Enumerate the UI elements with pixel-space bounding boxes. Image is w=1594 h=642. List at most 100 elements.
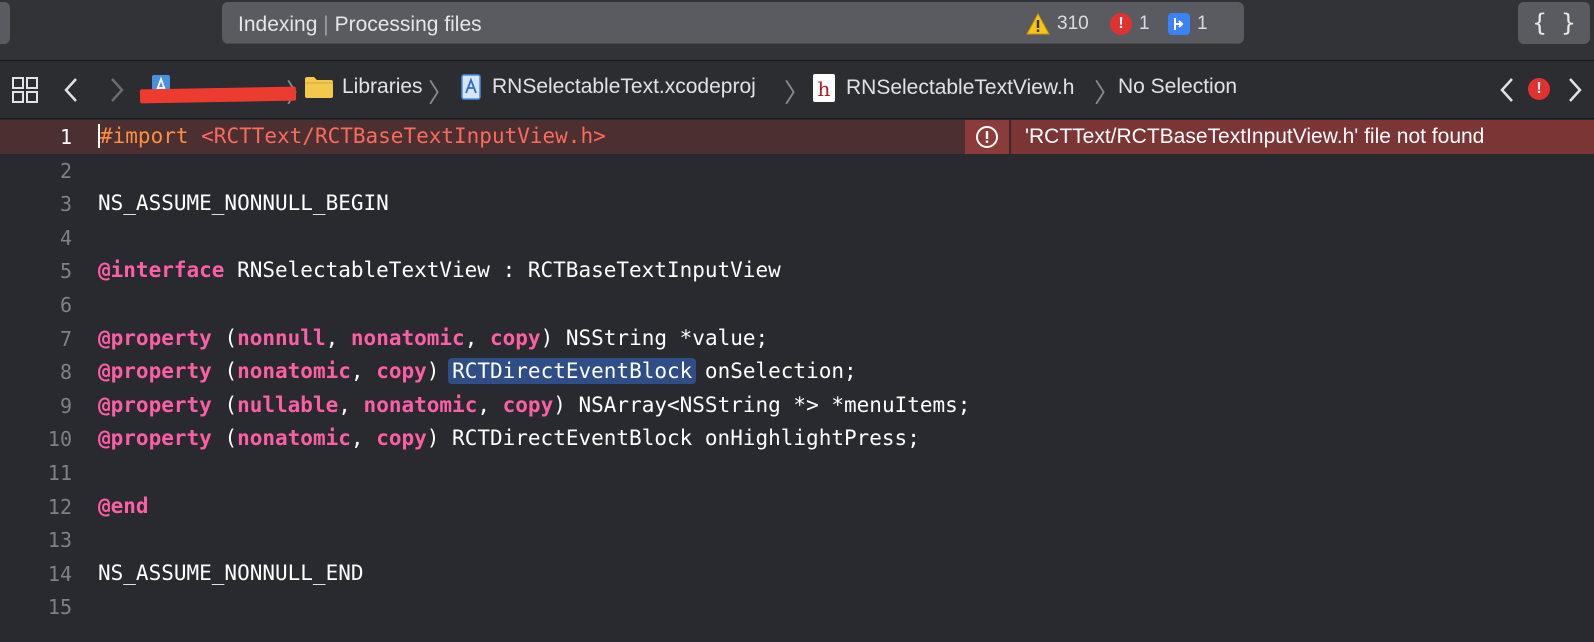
code-line[interactable]: 12 @end [0, 490, 1594, 524]
line-number: 10 [47, 427, 72, 452]
code-token: copy [502, 392, 554, 417]
code-token: , [350, 359, 377, 384]
code-token: copy [376, 426, 427, 451]
code-token: , [325, 325, 351, 350]
code-token: <RCTText/RCTBaseTextInputView.h> [201, 124, 606, 148]
previous-issue-chevron-icon[interactable] [1498, 77, 1516, 103]
code-line[interactable]: 2 [0, 154, 1594, 188]
code-line[interactable]: 7 @property (nonnull, nonatomic, copy) NS… [0, 322, 1594, 356]
issue-error-icon[interactable]: ! [1528, 78, 1550, 100]
code-token: ( [211, 325, 238, 350]
code-text[interactable]: @property (nonnull, nonatomic, copy) NSS… [98, 326, 768, 350]
code-token: nonatomic [350, 325, 465, 350]
error-annotation-icon-box[interactable] [965, 120, 1011, 154]
line-number: 5 [59, 259, 72, 284]
related-items-grid-icon[interactable] [12, 77, 38, 103]
back-chevron-icon[interactable] [62, 77, 80, 103]
code-token: RNSelectableTextView : RCTBaseTextInputV… [224, 258, 781, 283]
code-line[interactable]: 1 #import <RCTText/RCTBaseTextInputView.h… [0, 120, 1594, 154]
code-line[interactable]: 9 @property (nullable, nonatomic, copy) N… [0, 389, 1594, 423]
code-line[interactable]: 15 [0, 590, 1594, 624]
code-text[interactable]: @property (nonatomic, copy) RCTDirectEve… [98, 426, 920, 450]
activity-status-text: Indexing | Processing files [238, 13, 482, 37]
code-line[interactable]: 13 [0, 523, 1594, 557]
code-line[interactable]: 5 @interface RNSelectableTextView : RCTBa… [0, 254, 1594, 288]
breadcrumb-libraries-label: Libraries [342, 75, 423, 98]
breadcrumb-xcodeproj-label: RNSelectableText.xcodeproj [492, 75, 756, 98]
error-message: 'RCTText/RCTBaseTextInputView.h' file no… [1011, 120, 1594, 154]
code-line[interactable]: 3 NS_ASSUME_NONNULL_BEGIN [0, 187, 1594, 221]
code-token: #import [98, 124, 202, 148]
line-number: 6 [59, 293, 72, 317]
code-token: nullable [237, 392, 339, 417]
breadcrumb-symbol-label: No Selection [1118, 75, 1238, 98]
code-token: onSelection; [692, 359, 857, 384]
breadcrumb-symbol[interactable]: No Selection [1118, 75, 1237, 99]
forward-chevron-icon[interactable] [108, 77, 126, 103]
code-token: , [338, 392, 364, 417]
code-token: , [350, 426, 377, 451]
code-text[interactable]: NS_ASSUME_NONNULL_END [98, 561, 364, 585]
activity-app: Indexing [238, 13, 318, 36]
code-token: copy [490, 325, 541, 350]
analyzer-icon [1168, 13, 1190, 35]
code-token: , [477, 392, 503, 417]
analyzer-count: 1 [1197, 13, 1208, 34]
window-toolbar: Indexing | Processing files 310 ! 1 1 {… [0, 0, 1594, 61]
error-circle-icon: ! [1110, 13, 1132, 35]
code-token: ) NSString *value; [540, 325, 769, 350]
breadcrumb-libraries[interactable]: Libraries [304, 75, 423, 99]
code-line[interactable]: 6 [0, 288, 1594, 322]
line-number: 2 [59, 158, 72, 183]
activity-status: Processing files [334, 13, 482, 36]
code-token: @property [98, 392, 212, 417]
code-token: @property [98, 325, 212, 350]
code-text[interactable]: #import <RCTText/RCTBaseTextInputView.h> [98, 124, 606, 148]
analyzer-indicator[interactable]: 1 [1168, 11, 1208, 37]
code-token: ) NSArray<NSString *> *menuItems; [553, 392, 971, 417]
source-editor[interactable]: 1 #import <RCTText/RCTBaseTextInputView.h… [0, 120, 1594, 642]
error-annotation[interactable]: 'RCTText/RCTBaseTextInputView.h' file no… [965, 120, 1594, 154]
code-text[interactable]: @property (nonatomic, copy) RCTDirectEve… [98, 358, 857, 385]
line-number: 8 [59, 360, 72, 385]
code-line[interactable]: 14 NS_ASSUME_NONNULL_END [0, 557, 1594, 591]
breadcrumb-separator-icon: 〉 [428, 79, 455, 109]
breadcrumb-separator-icon: 〉 [1094, 79, 1121, 109]
code-line[interactable]: 4 [0, 221, 1594, 255]
redaction-mark [139, 86, 297, 104]
code-review-button[interactable]: { } [1518, 2, 1590, 44]
code-token: nonatomic [363, 392, 478, 417]
code-line[interactable]: 10 @property (nonatomic, copy) RCTDirectE… [0, 422, 1594, 456]
code-token: copy [376, 359, 427, 384]
line-number: 1 [59, 125, 72, 149]
selected-token: RCTDirectEventBlock [448, 358, 697, 385]
header-file-icon: h [813, 74, 835, 102]
warnings-indicator[interactable]: 310 [1026, 11, 1089, 37]
warning-triangle-icon [1026, 13, 1050, 35]
code-text[interactable]: @interface RNSelectableTextView : RCTBas… [98, 258, 781, 282]
warnings-count: 310 [1057, 13, 1089, 34]
code-token: nonnull [237, 325, 326, 350]
code-token: @end [98, 493, 149, 518]
code-text[interactable]: NS_ASSUME_NONNULL_BEGIN [98, 191, 389, 215]
code-token: ) RCTDirectEventBlock onHighlightPress; [426, 426, 920, 451]
code-token: nonatomic [237, 426, 351, 451]
breadcrumb-header-file[interactable]: h RNSelectableTextView.h [812, 73, 1074, 103]
activity-separator: | [323, 13, 329, 36]
breadcrumb-xcodeproj[interactable]: RNSelectableText.xcodeproj [460, 73, 756, 101]
line-number: 9 [59, 393, 72, 418]
xcodeproj-icon [461, 74, 481, 100]
code-token: NS_ASSUME_NONNULL_BEGIN [98, 191, 389, 216]
line-number: 4 [59, 225, 72, 250]
run-controls-edge[interactable] [0, 2, 10, 44]
code-token: , [464, 325, 490, 350]
code-line[interactable]: 11 [0, 456, 1594, 490]
activity-viewer: Indexing | Processing files 310 ! 1 1 [222, 2, 1244, 44]
code-token: @interface [98, 258, 225, 283]
code-text[interactable]: @property (nullable, nonatomic, copy) NS… [98, 393, 970, 417]
code-text[interactable]: @end [98, 494, 149, 518]
code-line[interactable]: 8 @property (nonatomic, copy) RCTDirectEv… [0, 355, 1594, 389]
errors-indicator[interactable]: ! 1 [1110, 11, 1150, 37]
next-issue-chevron-icon[interactable] [1566, 77, 1584, 103]
code-token: @property [98, 359, 212, 384]
